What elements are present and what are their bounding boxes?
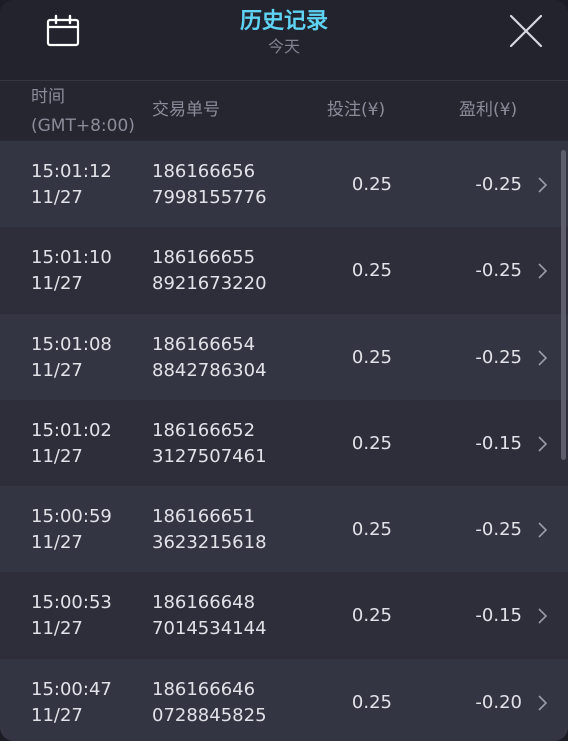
close-icon[interactable] [508, 13, 544, 49]
row-time: 15:01:10 [31, 247, 112, 269]
row-order-number-part1: 186166656 [152, 161, 256, 182]
row-order-number-part2: 7014534144 [152, 618, 267, 640]
row-order-number-part2: 3623215618 [152, 532, 267, 554]
record-list: 15:01:12 11/27 186166656 7998155776 0.25… [0, 141, 568, 741]
page-title: 历史记录 [239, 9, 328, 34]
table-row[interactable]: 15:01:12 11/27 186166656 7998155776 0.25… [0, 141, 568, 228]
chevron-right-icon[interactable] [536, 349, 550, 367]
date-filter-label: 今天 [267, 37, 300, 56]
row-time: 15:00:53 [31, 592, 112, 614]
row-bet: 0.25 [351, 174, 392, 195]
column-bet-label: 投注(¥) [327, 100, 386, 120]
row-date: 11/27 [31, 187, 83, 208]
row-date: 11/27 [31, 445, 83, 467]
row-date: 11/27 [31, 704, 83, 726]
chevron-right-icon[interactable] [536, 262, 550, 280]
row-order-number-part2: 3127507461 [152, 445, 267, 467]
chevron-right-icon[interactable] [536, 694, 550, 712]
chevron-right-icon[interactable] [536, 435, 550, 453]
row-profit: -0.25 [475, 519, 522, 541]
table-row[interactable]: 15:01:10 11/27 186166655 8921673220 0.25… [0, 227, 568, 314]
column-order-label: 交易单号 [152, 100, 220, 120]
row-time: 15:00:47 [31, 678, 112, 700]
row-order-number-part2: 7998155776 [152, 187, 267, 208]
row-bet: 0.25 [351, 691, 392, 713]
table-header: 时间 (GMT+8:00) 交易单号 投注(¥) 盈利(¥) [0, 81, 568, 140]
column-time-label: 时间 [31, 87, 65, 107]
row-order-number-part2: 0728845825 [152, 704, 267, 726]
row-time: 15:01:12 [31, 161, 112, 182]
row-order-number-part1: 186166648 [152, 592, 256, 614]
row-profit: -0.25 [475, 260, 522, 282]
row-order-number-part1: 186166652 [152, 419, 256, 441]
row-order-number-part1: 186166651 [152, 506, 256, 528]
row-order-number-part1: 186166654 [152, 333, 256, 355]
chevron-right-icon[interactable] [536, 521, 550, 539]
row-profit: -0.15 [475, 432, 522, 454]
row-profit: -0.25 [475, 174, 522, 195]
row-bet: 0.25 [351, 260, 392, 282]
table-row[interactable]: 15:01:02 11/27 186166652 3127507461 0.25… [0, 399, 568, 487]
row-date: 11/27 [31, 359, 83, 381]
row-time: 15:01:02 [31, 419, 112, 441]
header: 历史记录 今天 [0, 0, 568, 81]
row-profit: -0.20 [475, 691, 522, 713]
row-order-number-part1: 186166646 [152, 678, 256, 700]
row-order-number-part2: 8921673220 [152, 273, 267, 295]
scrollbar[interactable] [561, 150, 566, 460]
table-row[interactable]: 15:01:08 11/27 186166654 8842786304 0.25… [0, 313, 568, 400]
row-date: 11/27 [31, 618, 83, 640]
chevron-right-icon[interactable] [536, 176, 550, 194]
column-profit-label: 盈利(¥) [459, 100, 518, 120]
row-time: 15:01:08 [31, 333, 112, 355]
row-bet: 0.25 [351, 519, 392, 541]
table-row[interactable]: 15:00:59 11/27 186166651 3623215618 0.25… [0, 486, 568, 573]
row-order-number-part2: 8842786304 [152, 359, 267, 381]
row-profit: -0.25 [475, 346, 522, 368]
table-row[interactable]: 15:00:53 11/27 186166648 7014534144 0.25… [0, 572, 568, 659]
row-bet: 0.25 [351, 605, 392, 627]
row-date: 11/27 [31, 532, 83, 554]
column-time-zone-label: (GMT+8:00) [31, 116, 135, 136]
row-date: 11/27 [31, 273, 83, 295]
row-order-number-part1: 186166655 [152, 247, 256, 269]
row-profit: -0.15 [475, 605, 522, 627]
chevron-right-icon[interactable] [536, 607, 550, 625]
table-row[interactable]: 15:00:47 11/27 186166646 0728845825 0.25… [0, 658, 568, 741]
history-panel: 历史记录 今天 时间 (GMT+8:00) 交易单号 投注(¥) 盈利(¥) 1… [0, 0, 568, 741]
row-bet: 0.25 [351, 432, 392, 454]
row-bet: 0.25 [351, 346, 392, 368]
row-time: 15:00:59 [31, 506, 112, 528]
